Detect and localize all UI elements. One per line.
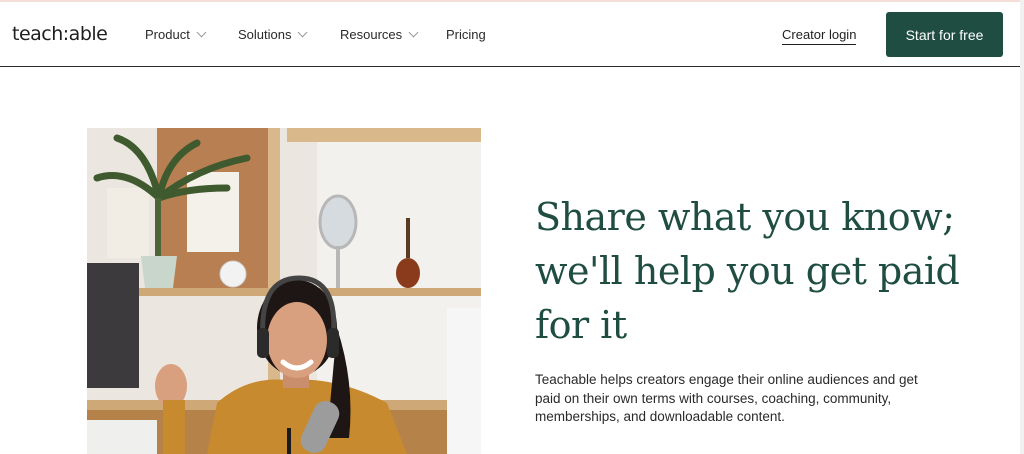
hero-photo	[87, 128, 481, 454]
hero-subtext: Teachable helps creators engage their on…	[535, 372, 918, 424]
nav-pricing[interactable]: Pricing	[446, 27, 486, 42]
nav-product[interactable]: Product	[145, 27, 207, 42]
nav-solutions-label: Solutions	[238, 27, 292, 42]
nav-solutions[interactable]: Solutions	[238, 27, 308, 42]
nav-resources[interactable]: Resources	[340, 27, 419, 42]
start-for-free-button[interactable]: Start for free	[886, 12, 1003, 57]
nav-resources-label: Resources	[340, 27, 403, 42]
page-scrollbar[interactable]	[1020, 0, 1024, 454]
chevron-down-icon	[408, 27, 419, 38]
creator-login-link[interactable]: Creator login	[782, 27, 857, 45]
nav-product-label: Product	[145, 27, 190, 42]
chevron-down-icon	[196, 27, 207, 38]
site-header: teach:able Product Solutions Resources P…	[0, 2, 1024, 67]
teachable-logo[interactable]: teach:able	[12, 23, 108, 45]
chevron-down-icon	[298, 27, 308, 38]
nav-pricing-label: Pricing	[446, 27, 486, 42]
hero-headline: Share what you know; we'll help you get …	[535, 195, 960, 347]
